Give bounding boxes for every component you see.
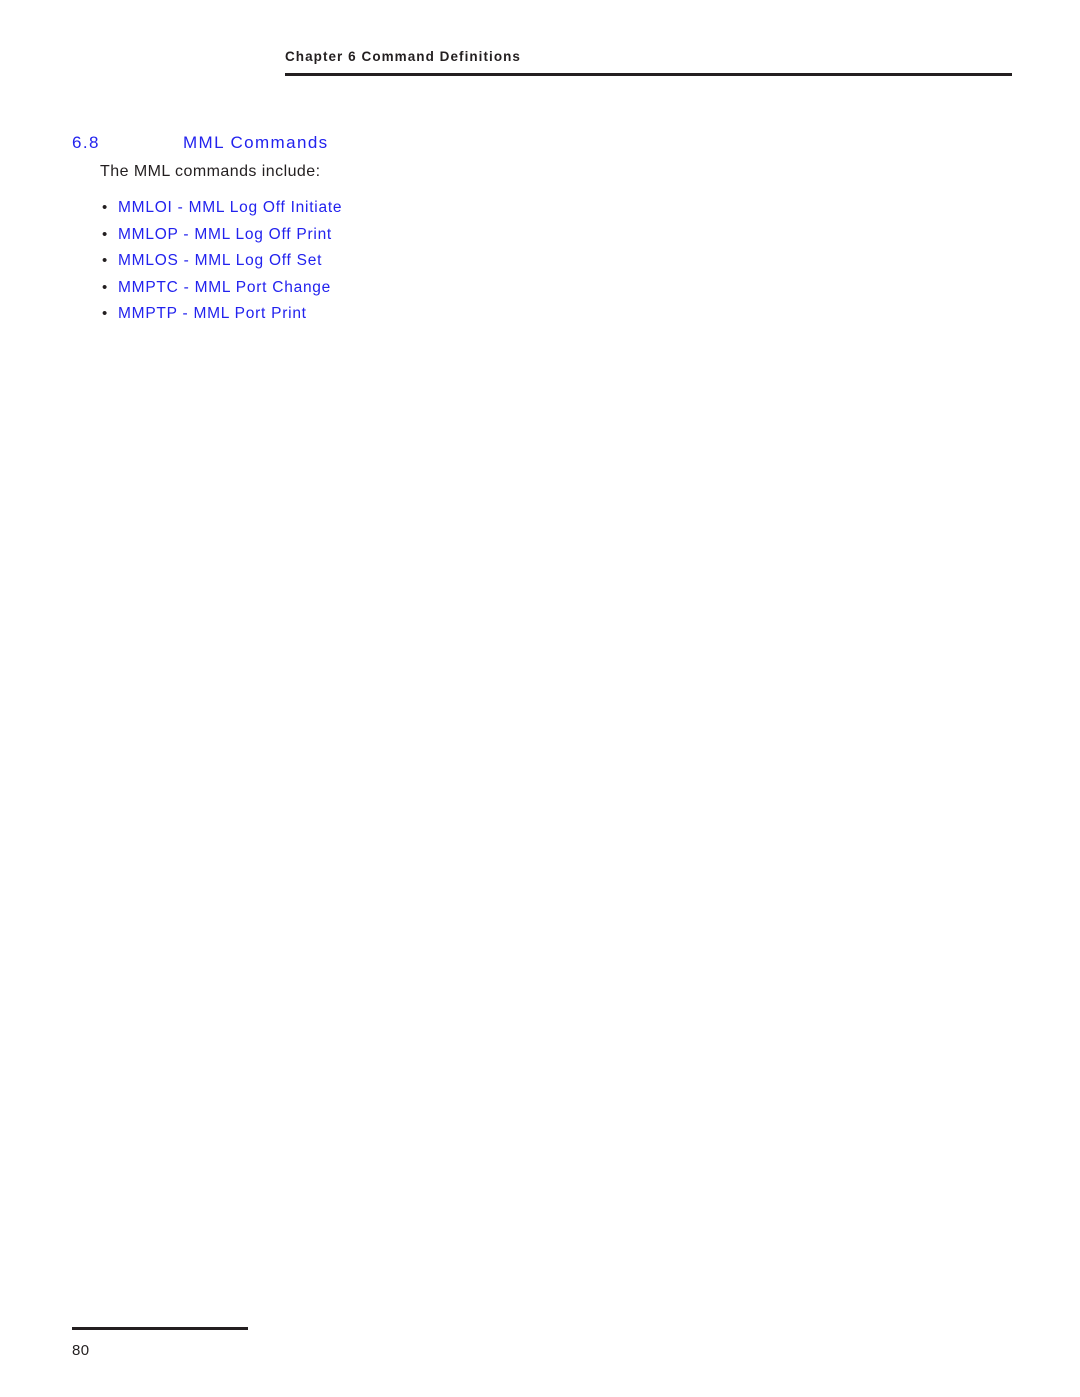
list-item: • MMPTP - MML Port Print [100, 301, 342, 328]
bullet-icon: • [102, 225, 108, 243]
running-header: Chapter 6 Command Definitions [285, 48, 1012, 66]
command-link-mmptc[interactable]: MMPTC - MML Port Change [118, 279, 331, 296]
command-link-mmloi[interactable]: MMLOI - MML Log Off Initiate [118, 199, 342, 216]
list-item: • MMPTC - MML Port Change [100, 275, 342, 302]
running-header-text: Chapter 6 Command Definitions [285, 49, 521, 64]
command-link-mmptp[interactable]: MMPTP - MML Port Print [118, 305, 307, 322]
document-page: Chapter 6 Command Definitions 6.8 MML Com… [0, 0, 1080, 1397]
section-title: MML Commands [183, 133, 329, 152]
command-link-mmlos[interactable]: MMLOS - MML Log Off Set [118, 252, 322, 269]
page-number: 80 [72, 1342, 90, 1359]
bullet-icon: • [102, 252, 108, 269]
list-item: • MMLOI - MML Log Off Initiate [100, 195, 342, 222]
section-heading: 6.8 MML Commands [72, 133, 972, 153]
section-intro-text: The MML commands include: [100, 163, 321, 180]
section-number: 6.8 [72, 133, 100, 152]
list-item: • MMLOP - MML Log Off Print [100, 222, 342, 249]
footer-divider-rule [72, 1327, 248, 1330]
command-list: • MMLOI - MML Log Off Initiate • MMLOP -… [100, 195, 342, 328]
bullet-icon: • [102, 199, 108, 216]
bullet-icon: • [102, 305, 108, 322]
command-link-mmlop[interactable]: MMLOP - MML Log Off Print [118, 226, 332, 243]
header-divider-rule [285, 73, 1012, 76]
list-item: • MMLOS - MML Log Off Set [100, 248, 342, 275]
bullet-icon: • [102, 278, 108, 296]
